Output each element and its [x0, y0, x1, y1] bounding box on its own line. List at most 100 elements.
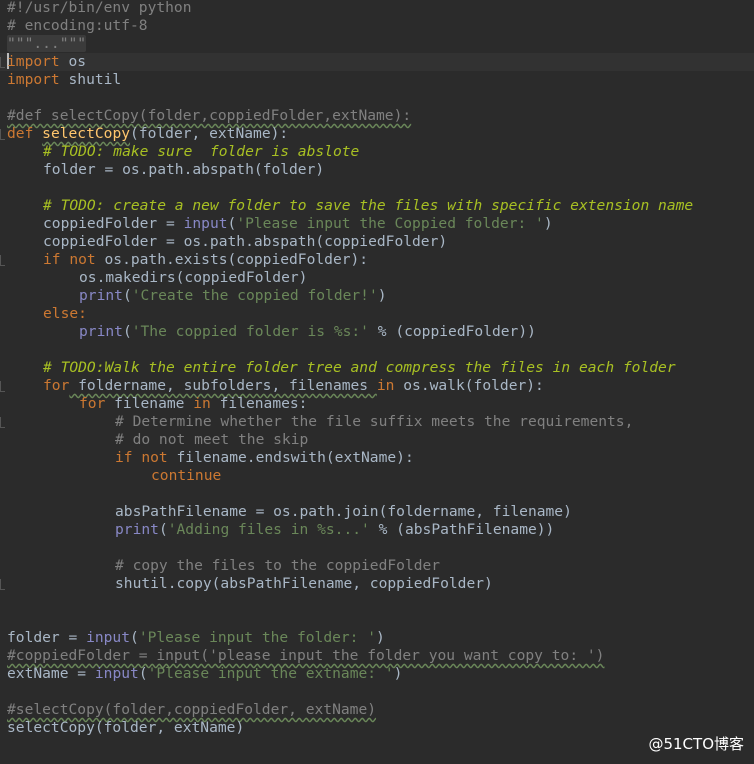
current-line-highlight	[0, 53, 754, 71]
function-args: (folder, extName):	[130, 125, 289, 142]
paren: )	[376, 629, 385, 646]
code-line: shutil.copy(absPathFilename, coppiedFold…	[115, 575, 493, 593]
code-line: # do not meet the skip	[115, 431, 308, 449]
todo-comment: # TODO:Walk the entire folder tree and c…	[43, 359, 676, 376]
code-line: #def selectCopy(folder,coppiedFolder,ext…	[7, 107, 411, 125]
string-literal: 'The coppied folder is %s:'	[131, 323, 369, 340]
keyword: in	[193, 395, 211, 412]
watermark: @51CTO博客	[648, 735, 744, 753]
code-line: #!/usr/bin/env python	[7, 0, 192, 17]
paren: (	[227, 215, 237, 232]
code-line: # copy the files to the coppiedFolder	[115, 557, 440, 575]
comment: # copy the files to the coppiedFolder	[115, 557, 441, 574]
keyword: def	[7, 125, 34, 142]
code-line: import shutil	[7, 71, 121, 89]
statement: os.path.exists(coppiedFolder):	[95, 251, 369, 268]
statement: os.makedirs(coppiedFolder)	[79, 269, 308, 286]
builtin: input	[86, 629, 131, 646]
code-line: # TODO:Walk the entire folder tree and c…	[43, 359, 676, 377]
code-line: # encoding:utf-8	[7, 17, 148, 35]
keyword: for	[43, 377, 70, 394]
code-line: for filename in filenames:	[79, 395, 307, 413]
module-name: os	[59, 53, 87, 70]
code-line: """..."""	[7, 35, 87, 53]
code-line: # Determine whether the file suffix meet…	[115, 413, 633, 431]
code-line: # TODO: create a new folder to save the …	[43, 197, 693, 215]
fold-marker-icon[interactable]	[0, 579, 5, 590]
code-editor[interactable]: #!/usr/bin/env python # encoding:utf-8 "…	[0, 0, 754, 764]
comment: #!/usr/bin/env python	[7, 0, 192, 16]
loop-vars: filename	[105, 395, 194, 412]
code-line: #selectCopy(folder,coppiedFolder, extNam…	[7, 701, 376, 719]
code-line: else:	[43, 305, 87, 323]
statement: shutil.copy(absPathFilename, coppiedFold…	[115, 575, 493, 592]
comment: # encoding:utf-8	[7, 17, 148, 34]
code-line: continue	[151, 467, 221, 485]
todo-comment: # TODO: create a new folder to save the …	[43, 197, 694, 214]
statement: coppiedFolder = os.path.abspath(coppiedF…	[43, 233, 448, 250]
fold-marker-icon[interactable]	[0, 417, 5, 428]
statement: filenames:	[210, 395, 308, 412]
paren: )	[393, 665, 403, 682]
fold-marker-icon[interactable]	[0, 381, 5, 392]
comment: #def selectCopy(folder,coppiedFolder,ext…	[7, 107, 412, 124]
paren: (	[122, 287, 132, 304]
docstring-fold[interactable]: """..."""	[7, 35, 87, 52]
string-literal: 'Adding files in %s...'	[167, 521, 370, 538]
keyword: in	[376, 377, 395, 394]
fold-marker-icon[interactable]	[0, 129, 5, 140]
builtin: input	[94, 665, 139, 682]
code-line: def selectCopy(folder, extName):	[7, 125, 288, 143]
paren: (	[122, 323, 132, 340]
module-name: shutil	[59, 71, 122, 88]
statement: % (coppiedFolder))	[368, 323, 536, 340]
keyword: import	[7, 53, 60, 70]
statement: % (absPathFilename))	[369, 521, 555, 538]
code-line: coppiedFolder = input('Please input the …	[43, 215, 553, 233]
paren: (	[138, 665, 148, 682]
fold-marker-icon[interactable]	[0, 255, 5, 266]
comment: # do not meet the skip	[115, 431, 309, 448]
keyword: continue	[151, 467, 222, 484]
string-literal: 'Please input the folder: '	[138, 629, 377, 646]
builtin: print	[115, 521, 159, 538]
fold-marker-icon[interactable]	[0, 57, 5, 68]
string-literal: 'Please input the Coppied folder: '	[236, 215, 544, 232]
keyword: for	[79, 395, 106, 412]
paren: (	[158, 521, 168, 538]
code-line: coppiedFolder = os.path.abspath(coppiedF…	[43, 233, 447, 251]
string-literal: 'Create the coppied folder!'	[131, 287, 378, 304]
keyword: import	[7, 71, 60, 88]
comment: #coppiedFolder = input('please input the…	[7, 647, 605, 664]
code-line: # TODO: make sure folder is abslote	[43, 143, 359, 161]
todo-comment: # TODO: make sure folder is abslote	[43, 143, 360, 160]
code-line: #coppiedFolder = input('please input the…	[7, 647, 604, 665]
builtin: print	[79, 287, 123, 304]
loop-vars: foldername, subfolders, filenames	[69, 377, 377, 394]
statement: os.walk(folder):	[394, 377, 544, 394]
code-line: extName = input('Please input the extnam…	[7, 665, 402, 683]
code-line: if not os.path.exists(coppiedFolder):	[43, 251, 368, 269]
paren: )	[377, 287, 387, 304]
string-literal: 'Please input the extname: '	[147, 665, 394, 682]
code-line: print('The coppied folder is %s:' % (cop…	[79, 323, 536, 341]
builtin: input	[183, 215, 228, 232]
keyword: if not	[115, 449, 168, 466]
paren: (	[130, 629, 139, 646]
code-line: os.makedirs(coppiedFolder)	[79, 269, 307, 287]
statement: folder = os.path.abspath(folder)	[43, 161, 325, 178]
code-line: if not filename.endswith(extName):	[115, 449, 414, 467]
comment: # Determine whether the file suffix meet…	[115, 413, 634, 430]
keyword: if not	[43, 251, 96, 268]
statement: extName =	[7, 665, 95, 682]
code-line: selectCopy(folder, extName)	[7, 719, 244, 737]
code-line: absPathFilename = os.path.join(foldernam…	[115, 503, 572, 521]
statement: filename.endswith(extName):	[167, 449, 414, 466]
code-line: print('Adding files in %s...' % (absPath…	[115, 521, 554, 539]
code-line: print('Create the coppied folder!')	[79, 287, 387, 305]
paren: )	[543, 215, 553, 232]
statement: folder =	[7, 629, 87, 646]
statement: absPathFilename = os.path.join(foldernam…	[115, 503, 572, 520]
statement: selectCopy(folder, extName)	[7, 719, 245, 736]
keyword: else:	[43, 305, 87, 322]
